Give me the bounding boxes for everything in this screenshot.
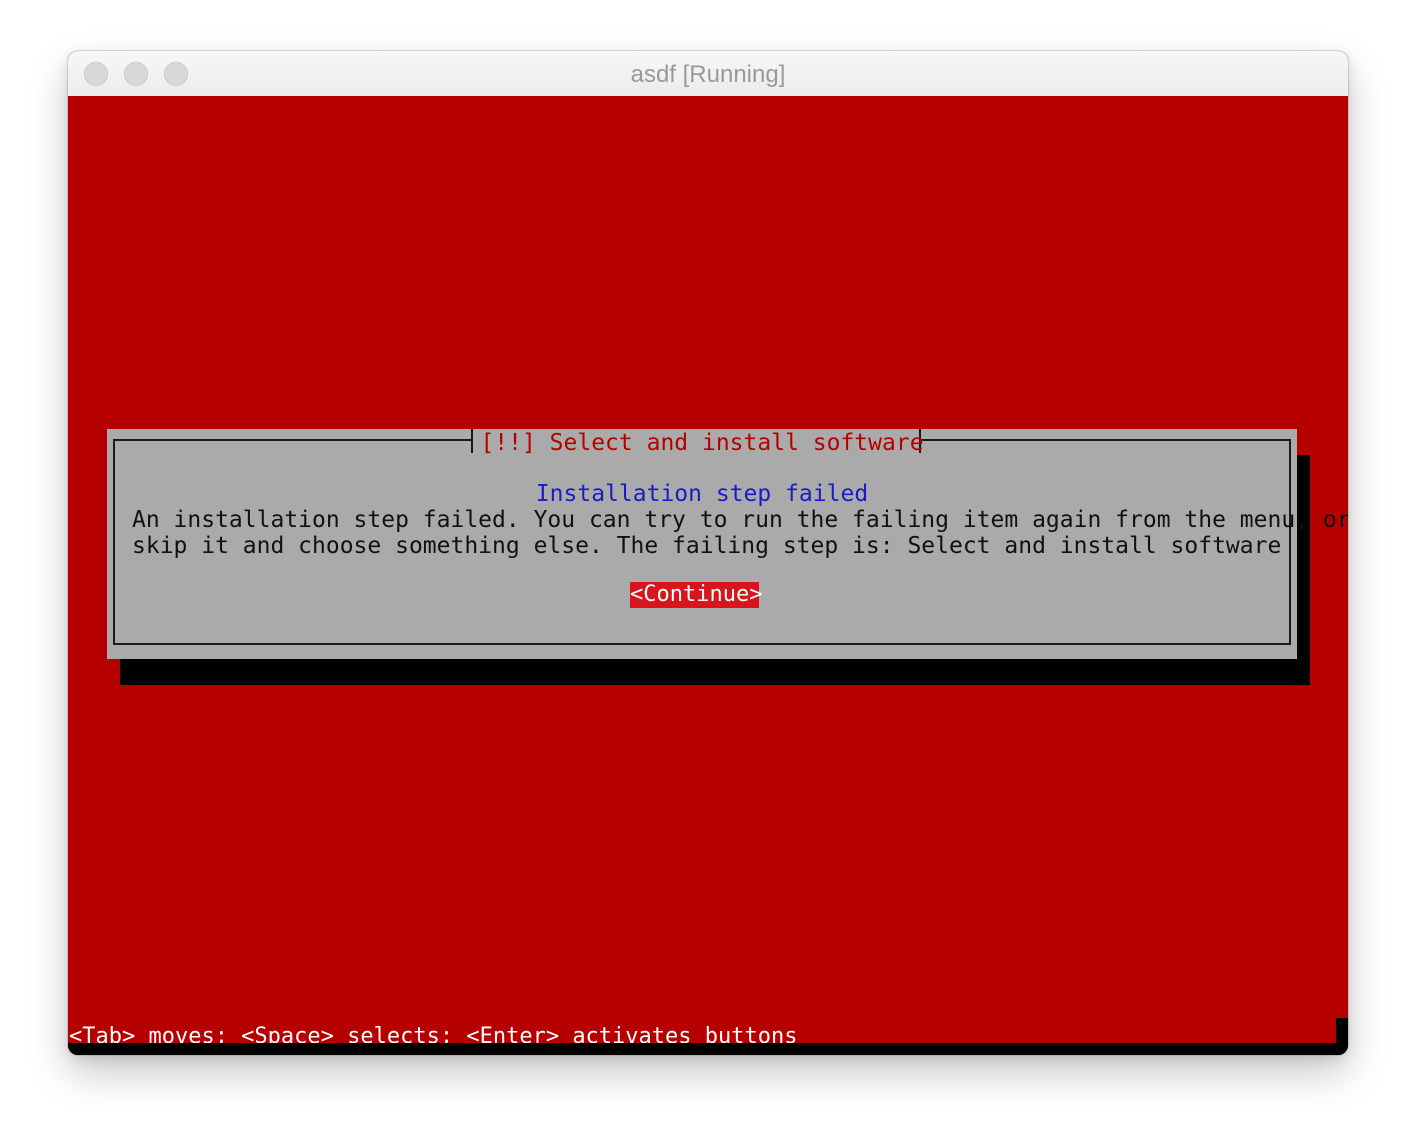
vm-window: asdf [Running] [!!] Select and install s… (68, 51, 1348, 1055)
error-dialog: [!!] Select and install software Install… (107, 429, 1348, 659)
dialog-message-line-1: An installation step failed. You can try… (132, 507, 1348, 533)
dialog-title: [!!] Select and install software (480, 430, 924, 456)
window-titlebar: asdf [Running] (68, 51, 1348, 97)
dialog-message-line-2: skip it and choose something else. The f… (132, 533, 1282, 559)
continue-button[interactable]: <Continue> (630, 582, 762, 608)
footer-shadow-bottom (68, 1043, 1348, 1055)
dialog-subtitle: Installation step failed (535, 481, 869, 507)
window-title: asdf [Running] (630, 61, 786, 88)
installer-screen: [!!] Select and install software Install… (68, 96, 1348, 1055)
